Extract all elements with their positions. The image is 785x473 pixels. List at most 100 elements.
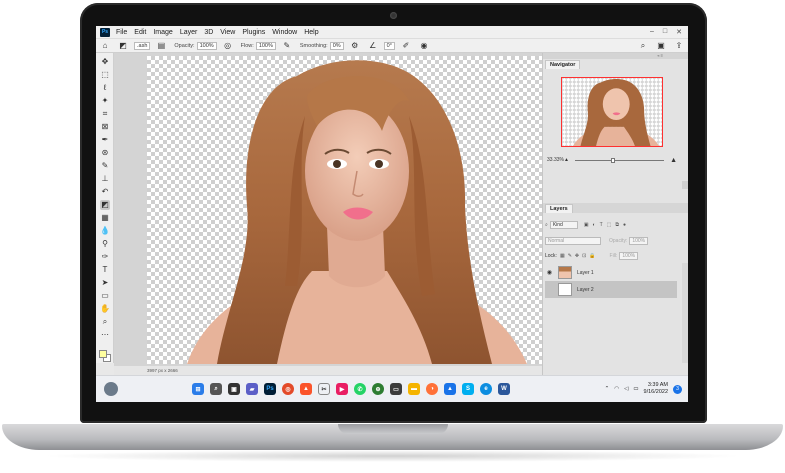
rectangle-tool-icon[interactable]: ▭ [100,291,110,301]
brush-tool-icon[interactable]: ✎ [100,161,110,171]
kind-filter-select[interactable]: Kind [549,221,578,229]
notification-badge[interactable]: 3 [673,384,682,394]
eraser-tool-icon[interactable]: ◩ [100,200,110,210]
zoom-tool-icon[interactable]: ⌕ [100,317,110,327]
magic-wand-tool-icon[interactable]: ✦ [100,96,110,106]
task-view-icon[interactable]: ▣ [228,383,240,395]
lock-image-icon[interactable]: ✎ [568,253,572,259]
skype-icon[interactable]: S [462,383,474,395]
lock-artboard-icon[interactable]: ⊡ [582,253,586,259]
eyedropper-tool-icon[interactable]: ✒ [100,135,110,145]
lock-transparent-icon[interactable]: ▦ [560,253,565,259]
terminal-icon[interactable]: ▭ [390,383,402,395]
filter-type-icon[interactable]: T [600,222,603,228]
file-explorer-icon[interactable]: ▬ [408,383,420,395]
opacity-field[interactable]: 100% [196,41,217,50]
pressure-size-icon[interactable]: ◉ [419,41,429,51]
filter-pixel-icon[interactable]: ▣ [584,222,589,228]
layer-row-1[interactable]: ◉ Layer 1 [545,264,677,281]
menu-plugins[interactable]: Plugins [242,29,265,36]
menu-view[interactable]: View [220,29,235,36]
snipping-tool-icon[interactable]: ✂ [318,383,330,395]
blur-tool-icon[interactable]: 💧 [100,226,110,236]
zoom-in-icon[interactable]: ▲ [670,157,677,164]
erase-history-icon[interactable]: ✐ [401,41,411,51]
share-icon[interactable]: ⇪ [674,41,684,51]
network-icon[interactable]: ◠ [614,386,619,392]
visibility-eye-icon[interactable]: ◉ [545,269,554,276]
layer-opacity-field[interactable]: 100% [629,237,649,245]
search-icon[interactable]: ⌕ [210,383,222,395]
more-tools-icon[interactable]: ⋯ [100,330,110,340]
filter-smart-object-icon[interactable]: ⧉ [615,222,619,228]
firefox-icon[interactable]: ◑ [426,383,438,395]
zoom-out-icon[interactable]: ▲ [564,157,569,163]
fill-field[interactable]: 100% [619,252,639,260]
panel-collapse-strip[interactable]: « ≡ [543,53,688,59]
minimize-button[interactable]: – [650,28,654,36]
chrome-icon[interactable]: ◎ [282,383,294,395]
menu-help[interactable]: Help [304,29,318,36]
dodge-tool-icon[interactable]: ⚲ [100,239,110,249]
start-icon[interactable]: ⊞ [192,383,204,395]
brush-mode-icon[interactable]: ▤ [156,41,166,51]
eraser-tool-icon[interactable]: ◩ [118,41,128,51]
navigator-scrollbar[interactable] [682,181,688,189]
lock-position-icon[interactable]: ✥ [575,253,579,259]
home-icon[interactable]: ⌂ [100,41,110,51]
path-selection-tool-icon[interactable]: ➤ [100,278,110,288]
lasso-tool-icon[interactable]: ℓ [100,83,110,93]
healing-tool-icon[interactable]: ⊛ [100,148,110,158]
tab-layers[interactable]: Layers [545,204,573,213]
filter-adjustment-icon[interactable]: ◐ [593,222,596,228]
layers-scrollbar[interactable] [682,263,688,363]
menu-edit[interactable]: Edit [134,29,146,36]
filter-toggle-icon[interactable]: ● [623,222,626,228]
menu-file[interactable]: File [116,29,127,36]
brush-size-field[interactable]: .ash [134,41,151,50]
gear-icon[interactable]: ⚙ [350,41,360,51]
lock-all-icon[interactable]: 🔒 [589,253,595,259]
foreground-color-swatch[interactable] [99,350,107,358]
clock[interactable]: 3:39 AM 9/16/2022 [644,382,668,396]
battery-icon[interactable]: ▭ [633,386,638,392]
photoshop-taskbar-icon[interactable]: Ps [264,383,276,395]
pressure-opacity-icon[interactable]: ◎ [223,41,233,51]
blend-mode-select[interactable]: Normal [545,237,601,245]
airbrush-icon[interactable]: ✎ [282,41,292,51]
layer-row-2[interactable]: Layer 2 [545,281,677,298]
type-tool-icon[interactable]: T [100,265,110,275]
menu-window[interactable]: Window [272,29,297,36]
teams-chat-icon[interactable]: ▰ [246,383,258,395]
brave-icon[interactable]: ▲ [300,383,312,395]
whatsapp-icon[interactable]: ✆ [354,383,366,395]
hand-tool-icon[interactable]: ✋ [100,304,110,314]
angle-field[interactable]: 0° [383,41,395,50]
workspace-icon[interactable]: ▣ [656,41,666,51]
search-icon[interactable]: ⌕ [638,41,648,51]
crop-tool-icon[interactable]: ⌗ [100,109,110,119]
filter-shape-icon[interactable]: ⬚ [607,222,612,228]
menu-layer[interactable]: Layer [180,29,198,36]
maximize-button[interactable]: □ [663,28,667,36]
gradient-tool-icon[interactable]: ▦ [100,213,110,223]
menu-3d[interactable]: 3D [204,29,213,36]
flow-field[interactable]: 100% [255,41,276,50]
chevron-up-icon[interactable]: ⌃ [605,386,610,392]
menu-image[interactable]: Image [153,29,172,36]
stamp-tool-icon[interactable]: ⊥ [100,174,110,184]
zoom-slider[interactable] [574,157,665,163]
photos-icon[interactable]: ▲ [444,383,456,395]
marquee-tool-icon[interactable]: ⬚ [100,70,110,80]
tab-navigator[interactable]: Navigator [545,60,581,69]
media-app-icon[interactable]: ▶ [336,383,348,395]
zoom-value[interactable]: 33.33% [547,157,564,163]
zoom-slider-knob[interactable] [610,157,615,163]
weather-widget-icon[interactable] [104,382,118,396]
pen-tool-icon[interactable]: ✑ [100,252,110,262]
edge-icon[interactable]: e [480,383,492,395]
frame-tool-icon[interactable]: ⊠ [100,122,110,132]
move-tool-icon[interactable]: ✥ [100,57,110,67]
volume-icon[interactable]: ◁ [624,386,628,392]
close-button[interactable]: ✕ [676,28,682,36]
